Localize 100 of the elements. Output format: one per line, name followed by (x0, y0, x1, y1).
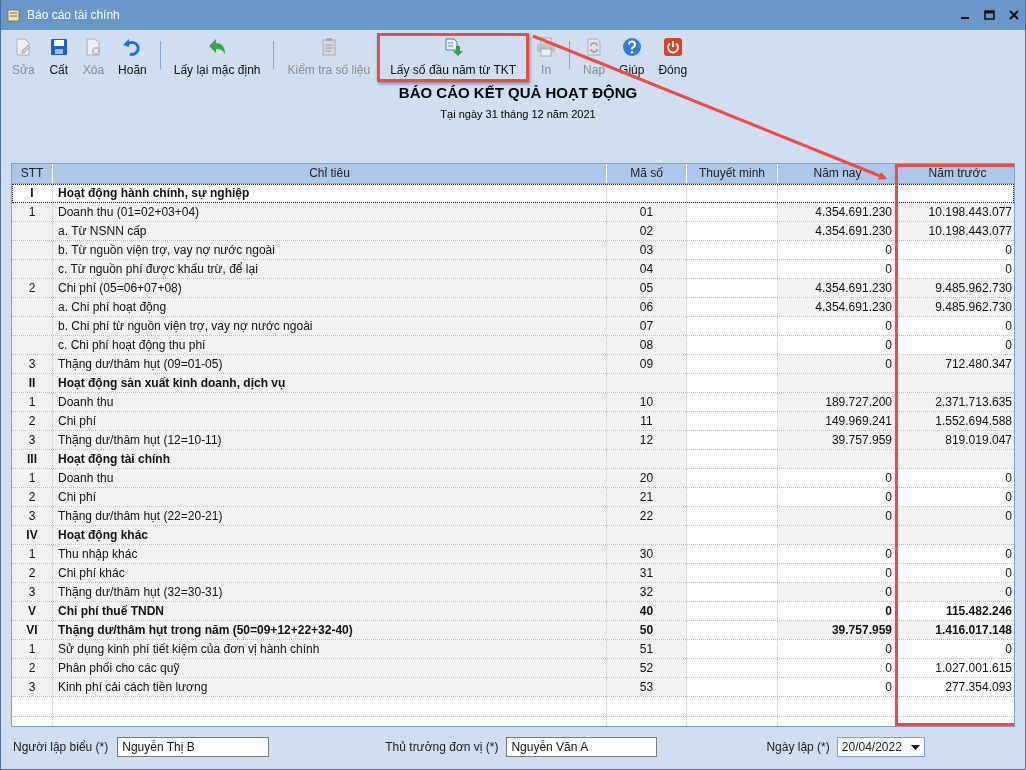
table-cell: 0 (778, 678, 898, 696)
reset-button[interactable]: Lấy lại mặc định (166, 33, 268, 81)
table-cell: 05 (607, 279, 687, 297)
table-row[interactable]: 1 Sử dụng kinh phí tiết kiệm của đơn vị hành chính 51 0 0 (12, 640, 1014, 659)
table-row[interactable]: 2 Phân phối cho các quỹ 52 0 1.027.001.615 (12, 659, 1014, 678)
table-cell: a. Từ NSNN cấp (53, 222, 607, 240)
table-cell: 02 (607, 222, 687, 240)
save-icon (48, 37, 69, 57)
maximize-icon[interactable] (984, 10, 995, 20)
input-field[interactable]: Nguyễn Văn A (506, 737, 658, 757)
table-cell: 21 (607, 488, 687, 506)
table-row[interactable]: III Hoạt động tài chính (12, 450, 1014, 469)
table-cell: 07 (607, 317, 687, 335)
table-cell: 39.757.959 (778, 431, 898, 449)
table-cell: 0 (778, 507, 898, 525)
table-row[interactable]: V Chi phí thuế TNDN 40 0 115.482.246 (12, 602, 1014, 621)
help-icon (621, 37, 642, 57)
import-button[interactable]: Lấy số đầu năm từ TKT (377, 33, 530, 82)
table-cell: 1 (12, 469, 53, 487)
report-date: Tại ngày 31 tháng 12 năm 2021 (440, 108, 596, 120)
table-cell: 1.552.694.588 (898, 412, 1014, 430)
table-cell: 0 (898, 507, 1014, 525)
table-row[interactable]: 2 Chi phí 11 149.969.241 1.552.694.588 (12, 412, 1014, 431)
table-cell: III (12, 450, 53, 468)
table-row[interactable]: b. Chi phí từ nguồn viện trợ, vay nợ nước ngoài 07 0 0 (12, 317, 1014, 336)
table-cell: 20 (607, 469, 687, 487)
table-cell: 3 (12, 355, 53, 373)
table-row[interactable]: II Hoạt động sản xuất kinh doanh, dịch vụ (12, 374, 1014, 393)
close-button[interactable]: Đóng (651, 33, 695, 81)
table-cell: c. Từ nguồn phí được khấu trừ, để lại (53, 260, 607, 278)
column-header: STT (12, 164, 53, 183)
table-row[interactable]: a. Từ NSNN cấp 02 4.354.691.230 10.198.443.077 (12, 222, 1014, 241)
table-row[interactable]: 1 Doanh thu 20 0 0 (12, 469, 1014, 488)
table-cell: 4.354.691.230 (778, 222, 898, 240)
import-icon (443, 37, 464, 57)
table-cell: 12 (607, 431, 687, 449)
table-row[interactable]: IV Hoạt động khác (12, 526, 1014, 545)
report-title: BÁO CÁO KẾT QUẢ HOẠT ĐỘNG (398, 84, 638, 101)
table-cell: 10.198.443.077 (898, 222, 1014, 240)
table-row[interactable]: 2 Chi phí 21 0 0 (12, 488, 1014, 507)
table-cell: 2 (12, 488, 53, 506)
table-cell: 2 (12, 279, 53, 297)
table-cell: 0 (778, 355, 898, 373)
table-cell: 3 (12, 583, 53, 601)
table-row[interactable]: I Hoạt động hành chính, sự nghiệp (12, 184, 1014, 203)
table-cell: 39.757.959 (778, 621, 898, 639)
table-cell: 0 (898, 469, 1014, 487)
table-cell: 0 (898, 640, 1014, 658)
undo-button[interactable]: Hoãn (111, 33, 154, 81)
table-cell: 08 (607, 336, 687, 354)
column-header: Thuyết minh (687, 164, 778, 183)
table-cell: 32 (607, 583, 687, 601)
table-cell: Chi phí (53, 412, 607, 430)
table-row[interactable]: 3 Kinh phí cải cách tiền lương 53 0 277.354.093 (12, 678, 1014, 697)
table-cell: 4.354.691.230 (778, 298, 898, 316)
table-row[interactable]: 1 Doanh thu 10 189.727.200 2.371.713.635 (12, 393, 1014, 412)
field-label: Người lập biểu (*) (13, 740, 109, 754)
table-cell: 50 (607, 621, 687, 639)
table-cell: 09 (607, 355, 687, 373)
table-cell: Thu nhập khác (53, 545, 607, 563)
table-cell: Thặng dư/thâm hụt (32=30-31) (53, 583, 607, 601)
date-dropdown[interactable]: 20/04/2022 (836, 737, 925, 757)
table-row[interactable]: c. Từ nguồn phí được khấu trừ, để lại 04 0 0 (12, 260, 1014, 279)
table-cell: 1 (12, 640, 53, 658)
table-row[interactable]: 3 Thặng dư/thâm hụt (32=30-31) 32 0 0 (12, 583, 1014, 602)
table-row[interactable]: b. Từ nguồn viện trợ, vay nợ nước ngoài 03 0 0 (12, 241, 1014, 260)
table-row[interactable]: 3 Thặng dư/thâm hụt (09=01-05) 09 0 712.480.347 (12, 355, 1014, 374)
table-row[interactable]: 1 Thu nhập khác 30 0 0 (12, 545, 1014, 564)
table-row[interactable]: 2 Chi phí khác 31 0 0 (12, 564, 1014, 583)
table-row[interactable]: 3 Thặng dư/thâm hụt (12=10-11) 12 39.757.959 819.019.047 (12, 431, 1014, 450)
table-cell: 0 (778, 260, 898, 278)
column-header: Mã số (607, 164, 687, 183)
table-cell: 2 (12, 412, 53, 430)
table-cell: Doanh thu (53, 393, 607, 411)
table-cell: 819.019.047 (898, 431, 1014, 449)
table-cell: 3 (12, 507, 53, 525)
table-cell: 1.416.017.148 (898, 621, 1014, 639)
table-cell: 0 (898, 317, 1014, 335)
table-row[interactable]: 1 Doanh thu (01=02+03+04) 01 4.354.691.230 10.198.443.077 (12, 203, 1014, 222)
table-cell: 0 (898, 545, 1014, 563)
table-cell: 189.727.200 (778, 393, 898, 411)
dropdown-icon (910, 744, 920, 750)
table-cell: 0 (898, 260, 1014, 278)
table-cell: 04 (607, 260, 687, 278)
table-cell: 9.485.962.730 (898, 279, 1014, 297)
table-row[interactable]: a. Chi phí hoạt động 06 4.354.691.230 9.485.962.730 (12, 298, 1014, 317)
save-button[interactable]: Cất (41, 33, 76, 81)
table-row[interactable]: 2 Chi phí (05=06+07+08) 05 4.354.691.230 9.485.962.730 (12, 279, 1014, 298)
table-cell: 03 (607, 241, 687, 259)
table-row[interactable]: VI Thặng dư/thâm hụt trong năm (50=09+12+22+32-40) 50 39.757.959 1.416.017.148 (12, 621, 1014, 640)
table-cell: 06 (607, 298, 687, 316)
table-cell: 53 (607, 678, 687, 696)
table-cell: 1 (12, 545, 53, 563)
table-cell: Thặng dư/thâm hụt (22=20-21) (53, 507, 607, 525)
table-cell: Thặng dư/thâm hụt (12=10-11) (53, 431, 607, 449)
input-field[interactable]: Nguyễn Thị B (117, 737, 270, 757)
close-icon[interactable] (1009, 10, 1019, 20)
table-row[interactable]: c. Chi phí hoạt động thu phí 08 0 0 (12, 336, 1014, 355)
table-row[interactable]: 3 Thặng dư/thâm hụt (22=20-21) 22 0 0 (12, 507, 1014, 526)
table-cell: Hoạt động tài chính (53, 450, 607, 468)
